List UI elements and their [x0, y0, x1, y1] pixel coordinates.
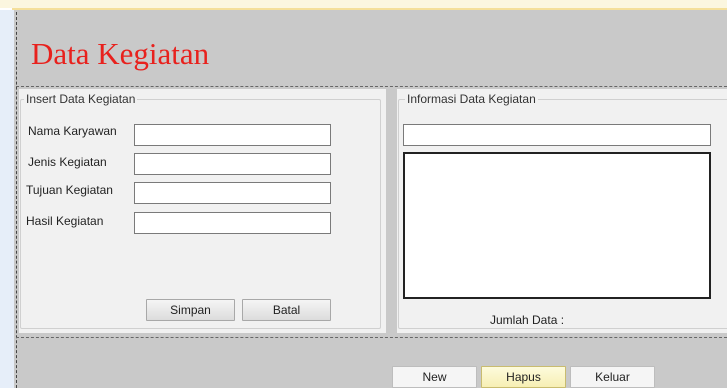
- header-panel-border: [16, 86, 727, 87]
- window-top-strip: [0, 0, 727, 8]
- insert-groupbox-title: Insert Data Kegiatan: [24, 92, 138, 106]
- hapus-button[interactable]: Hapus: [481, 366, 566, 388]
- tujuan-kegiatan-label: Tujuan Kegiatan: [26, 183, 113, 197]
- new-button[interactable]: New: [392, 366, 477, 388]
- info-groupbox-title: Informasi Data Kegiatan: [405, 92, 538, 106]
- keluar-button[interactable]: Keluar: [570, 366, 655, 388]
- hasil-kegiatan-input[interactable]: [134, 212, 331, 234]
- jenis-kegiatan-input[interactable]: [134, 153, 331, 175]
- hasil-kegiatan-label: Hasil Kegiatan: [26, 214, 104, 228]
- form-title: Data Kegiatan: [31, 36, 210, 71]
- nama-karyawan-input[interactable]: [134, 124, 331, 146]
- jenis-kegiatan-label: Jenis Kegiatan: [28, 155, 107, 169]
- info-search-input[interactable]: [403, 124, 711, 146]
- tujuan-kegiatan-input[interactable]: [134, 182, 331, 204]
- jumlah-data-label: Jumlah Data :: [490, 313, 565, 327]
- info-data-list[interactable]: [403, 152, 711, 299]
- nama-karyawan-label: Nama Karyawan: [28, 124, 117, 138]
- panel-border-left: [16, 12, 17, 388]
- designer-left-margin: [0, 10, 14, 388]
- footer-panel-border: [16, 337, 727, 338]
- batal-button[interactable]: Batal: [242, 299, 331, 321]
- simpan-button[interactable]: Simpan: [146, 299, 235, 321]
